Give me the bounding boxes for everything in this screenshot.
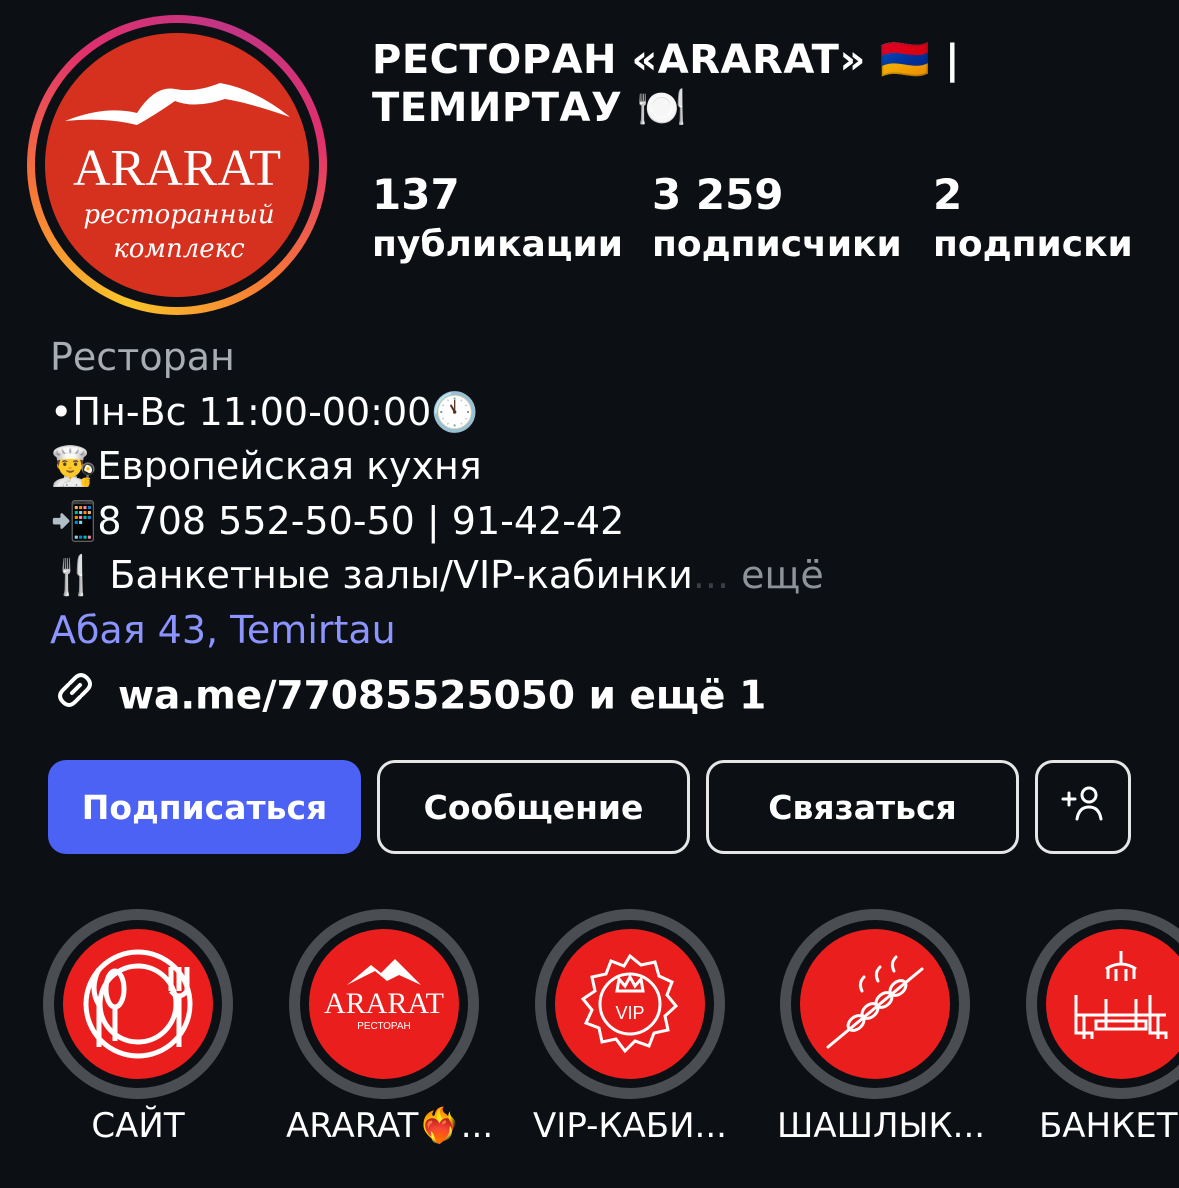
highlight-label: САЙТ (91, 1106, 185, 1146)
contact-button[interactable]: Связаться (706, 760, 1019, 854)
suggest-people-button[interactable] (1035, 760, 1131, 854)
highlight-vip[interactable]: VIP VIP-КАБИ... (532, 909, 728, 1151)
highlight-label: ARARAT❤️‍🔥... (286, 1106, 494, 1146)
highlight-ring (43, 909, 233, 1099)
highlight-ring: ARARAT РЕСТОРАН (289, 909, 479, 1099)
profile-name-line-1: РЕСТОРАН «ARARAT» 🇦🇲 | (372, 37, 961, 83)
bio-cuisine: 👨‍🍳Европейская кухня (50, 444, 482, 488)
plate-cutlery-icon (63, 929, 213, 1079)
highlight-label: БАНКЕТН (1038, 1106, 1179, 1146)
highlight-ararat[interactable]: ARARAT РЕСТОРАН ARARAT❤️‍🔥... (286, 909, 494, 1151)
stat-posts-value: 137 (372, 170, 460, 219)
message-button[interactable]: Сообщение (377, 760, 690, 854)
stat-posts[interactable]: 137 публикации (372, 170, 623, 270)
bio-more-link[interactable]: ещё (729, 553, 824, 597)
vip-badge-text: VIP (615, 1003, 644, 1023)
follow-button[interactable]: Подписаться (48, 760, 361, 854)
bio-phone: 📲8 708 552-50-50 | 91-42-42 (50, 498, 625, 543)
highlight-banquet[interactable]: БАНКЕТН (1023, 909, 1179, 1151)
highlight-label: ШАШЛЫК... (777, 1106, 986, 1146)
ararat-logo-icon: ARARAT РЕСТОРАН (309, 929, 459, 1079)
highlight-ring: VIP (535, 909, 725, 1099)
bio-banquet: 🍴 Банкетные залы/VIP-кабинки (50, 553, 693, 597)
stat-followers-label: подписчики (652, 224, 902, 265)
highlight-logo-text: ARARAT (324, 987, 444, 1020)
highlight-site[interactable]: САЙТ (40, 909, 236, 1151)
avatar-title: ARARAT (73, 140, 281, 197)
highlight-logo-sub: РЕСТОРАН (357, 1021, 411, 1032)
highlight-ring (1026, 909, 1179, 1099)
highlight-shashlik[interactable]: ШАШЛЫК... (777, 909, 986, 1151)
stat-followers-value: 3 259 (652, 170, 784, 219)
highlight-label: VIP-КАБИ... (533, 1106, 727, 1146)
bio-address-link[interactable]: Абая 43, Temirtau (50, 603, 824, 658)
stat-following-label: подписки (933, 224, 1133, 265)
bio-hours: •Пн-Вс 11:00-00:00🕚 (50, 389, 479, 434)
external-link[interactable]: wa.me/77085525050 и ещё 1 (50, 665, 766, 731)
external-link-text: wa.me/77085525050 и ещё 1 (118, 673, 767, 719)
profile-bio: Ресторан •Пн-Вс 11:00-00:00🕚 👨‍🍳Европейс… (50, 330, 824, 657)
skewer-icon (800, 929, 950, 1079)
ararat-logo-icon: ARARAT ресторанный комплекс (65, 83, 290, 264)
vip-crown-badge-icon: VIP (555, 929, 705, 1079)
link-icon (50, 665, 100, 731)
bio-category: Ресторан (50, 335, 235, 379)
highlight-ring (780, 909, 970, 1099)
stat-posts-label: публикации (372, 224, 623, 265)
add-person-icon (1059, 783, 1107, 831)
stat-following[interactable]: 2 подписки (933, 170, 1133, 270)
stat-followers[interactable]: 3 259 подписчики (652, 170, 902, 270)
profile-avatar-ring[interactable]: ARARAT ресторанный комплекс (27, 15, 327, 315)
profile-name: РЕСТОРАН «ARARAT» 🇦🇲 | ТЕМИРТАУ 🍽️ (372, 36, 1132, 132)
profile-name-line-2: ТЕМИРТАУ 🍽️ (372, 85, 688, 131)
avatar[interactable]: ARARAT ресторанный комплекс (45, 33, 309, 297)
bio-ellipsis: ... (692, 553, 730, 597)
bio-banquet-line: 🍴 Банкетные залы/VIP-кабинки... ещё (50, 548, 824, 603)
stat-following-value: 2 (933, 170, 963, 219)
avatar-subtitle-1: ресторанный (83, 200, 274, 230)
avatar-subtitle-2: комплекс (113, 234, 245, 264)
